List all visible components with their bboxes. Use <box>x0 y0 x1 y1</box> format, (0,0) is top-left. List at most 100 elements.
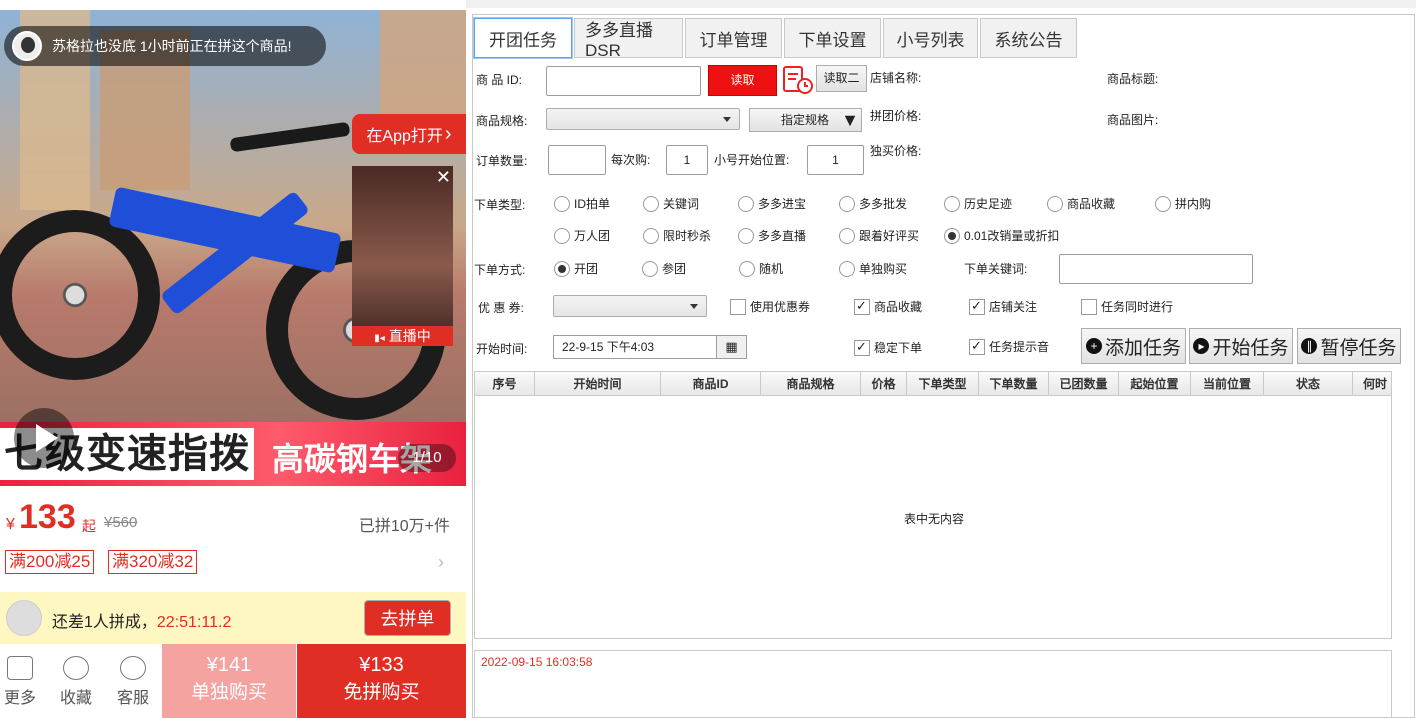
order-way-radio[interactable]: 参团 <box>642 261 686 277</box>
order-type-radio[interactable]: 跟着好评买 <box>839 228 919 244</box>
more-button[interactable]: 更多 <box>0 652 40 708</box>
order-way-radio[interactable]: 随机 <box>739 261 783 277</box>
chevron-right-icon[interactable]: › <box>438 552 444 573</box>
buyer-notice: 苏格拉也没底 1小时前正在拼这个商品! <box>4 26 326 66</box>
order-type-radio[interactable]: 关键词 <box>643 196 699 212</box>
order-type-radio[interactable]: ID拍单 <box>554 196 610 212</box>
concurrent-task-checkbox[interactable]: 任务同时进行 <box>1081 299 1173 315</box>
order-type-radio-selected[interactable]: 0.01改销量或折扣 <box>944 228 1059 244</box>
sold-count: 已拼10万+件 <box>358 518 450 535</box>
more-label: 更多 <box>3 690 36 707</box>
column-header[interactable]: 已团数量 <box>1049 372 1119 396</box>
column-header[interactable]: 当前位置 <box>1191 372 1264 396</box>
order-type-radio[interactable]: 多多批发 <box>839 196 907 212</box>
pause-task-label: 暂停任务 <box>1320 337 1397 359</box>
start-position-input[interactable]: 1 <box>807 145 864 175</box>
single-label: 单独购买 <box>190 682 267 703</box>
order-way-radio-selected[interactable]: 开团 <box>554 261 598 277</box>
read-two-button[interactable]: 读取二 <box>816 65 867 92</box>
order-type-radio[interactable]: 限时秒杀 <box>643 228 711 244</box>
order-type-radio[interactable]: 多多直播 <box>738 228 806 244</box>
tab-order-manage[interactable]: 订单管理 <box>685 18 782 58</box>
buyer-avatar <box>12 31 42 61</box>
solo-price-label: 独买价格: <box>870 144 922 158</box>
each-buy-label: 每次购: <box>611 153 651 167</box>
start-time-label: 开始时间: <box>476 342 528 356</box>
buy-nogroup-button[interactable]: ¥133 免拼购买 <box>297 644 466 718</box>
tab-announcement[interactable]: 系统公告 <box>980 18 1077 58</box>
close-icon[interactable]: ✕ <box>436 168 451 186</box>
start-time-value: 22-9-15 下午4:03 <box>562 340 655 354</box>
order-qty-input[interactable] <box>548 145 606 175</box>
coupon-select[interactable] <box>553 295 707 317</box>
service-label: 客服 <box>116 690 149 707</box>
price-row: ¥ 133 起 ¥560 已拼10万+件 <box>0 496 466 544</box>
order-keyword-input[interactable] <box>1059 254 1253 284</box>
shop-follow-checkbox[interactable]: 店铺关注 <box>969 298 1037 315</box>
order-type-radio[interactable]: 商品收藏 <box>1047 196 1115 212</box>
product-id-label: 商 品 ID: <box>476 73 523 87</box>
coupon-tag[interactable]: 满200减25 <box>5 550 95 574</box>
window-top-strip <box>466 0 1416 8</box>
use-coupon-checkbox[interactable]: 使用优惠券 <box>730 299 810 315</box>
product-panel: 苏格拉也没底 1小时前正在拼这个商品! 在App打开 › ✕ ▮◂ 直播中 七级… <box>0 10 466 718</box>
nogroup-label: 免拼购买 <box>343 682 420 703</box>
order-type-radio[interactable]: 拼内购 <box>1155 196 1211 212</box>
open-in-app-button[interactable]: 在App打开 › <box>352 114 466 154</box>
column-header[interactable]: 状态 <box>1264 372 1353 396</box>
product-image-label: 商品图片: <box>1107 113 1159 127</box>
product-favorite-checkbox[interactable]: 商品收藏 <box>854 298 922 315</box>
start-task-button[interactable]: ▸ 开始任务 <box>1189 328 1293 364</box>
tab-order-settings[interactable]: 下单设置 <box>784 18 881 58</box>
play-video-button[interactable] <box>14 408 74 468</box>
order-type-radio[interactable]: 多多进宝 <box>738 196 806 212</box>
read-button[interactable]: 读取 <box>708 65 777 96</box>
column-header[interactable]: 价格 <box>861 372 907 396</box>
column-header[interactable]: 下单类型 <box>907 372 979 396</box>
empty-table-message: 表中无内容 <box>903 512 964 526</box>
join-group-button[interactable]: 去拼单 <box>364 600 451 636</box>
order-type-radio[interactable]: 历史足迹 <box>944 196 1012 212</box>
order-way-label: 下单方式: <box>474 263 526 277</box>
live-badge-label: 直播中 <box>388 328 431 344</box>
task-sound-checkbox[interactable]: 任务提示音 <box>969 338 1049 355</box>
start-time-picker[interactable]: 22-9-15 下午4:03 ▦ <box>553 335 747 359</box>
order-way-radio[interactable]: 单独购买 <box>839 261 907 277</box>
column-header[interactable]: 起始位置 <box>1119 372 1191 396</box>
column-header[interactable]: 何时 <box>1353 372 1391 396</box>
tab-live-dsr[interactable]: 多多直播DSR <box>574 18 683 60</box>
pause-task-button[interactable]: ∥ 暂停任务 <box>1297 328 1401 364</box>
live-preview[interactable]: ✕ ▮◂ 直播中 <box>352 166 453 346</box>
read-history-icon[interactable] <box>782 65 814 95</box>
column-header[interactable]: 商品规格 <box>761 372 861 396</box>
order-type-radio[interactable]: 万人团 <box>554 228 610 244</box>
chat-icon <box>120 656 146 680</box>
buyer-notice-text: 苏格拉也没底 1小时前正在拼这个商品! <box>52 38 292 54</box>
column-header[interactable]: 商品ID <box>661 372 761 396</box>
coupon-tag[interactable]: 满320减32 <box>108 550 198 574</box>
add-task-button[interactable]: + 添加任务 <box>1081 328 1186 364</box>
column-header[interactable]: 开始时间 <box>535 372 661 396</box>
stable-order-checkbox[interactable]: 稳定下单 <box>854 339 922 356</box>
calendar-icon[interactable]: ▦ <box>716 336 746 358</box>
column-header[interactable]: 下单数量 <box>979 372 1049 396</box>
live-icon: ▮◂ <box>374 333 385 344</box>
tab-group-task[interactable]: 开团任务 <box>473 17 573 59</box>
group-status-text: 还差1人拼成， <box>52 614 157 631</box>
triangle-down-icon: ▼ <box>841 110 859 130</box>
coupon-label: 优 惠 券: <box>478 301 525 315</box>
original-price: ¥560 <box>104 514 138 531</box>
column-header[interactable]: 序号 <box>475 372 535 396</box>
favorite-button[interactable]: 收藏 <box>56 652 96 708</box>
open-in-app-label: 在App打开 <box>366 128 443 145</box>
assign-spec-button[interactable]: 指定规格 ▼ <box>749 108 862 132</box>
tab-account-list[interactable]: 小号列表 <box>883 18 978 58</box>
spec-select[interactable] <box>546 108 740 130</box>
product-id-input[interactable] <box>546 66 701 96</box>
service-button[interactable]: 客服 <box>113 652 153 708</box>
product-image[interactable]: 苏格拉也没底 1小时前正在拼这个商品! 在App打开 › ✕ ▮◂ 直播中 七级… <box>0 10 466 486</box>
buy-single-button[interactable]: ¥141 单独购买 <box>162 644 296 718</box>
price-suffix: 起 <box>82 518 96 534</box>
each-buy-input[interactable]: 1 <box>666 145 708 175</box>
pause-circle-icon: ∥ <box>1301 338 1318 354</box>
